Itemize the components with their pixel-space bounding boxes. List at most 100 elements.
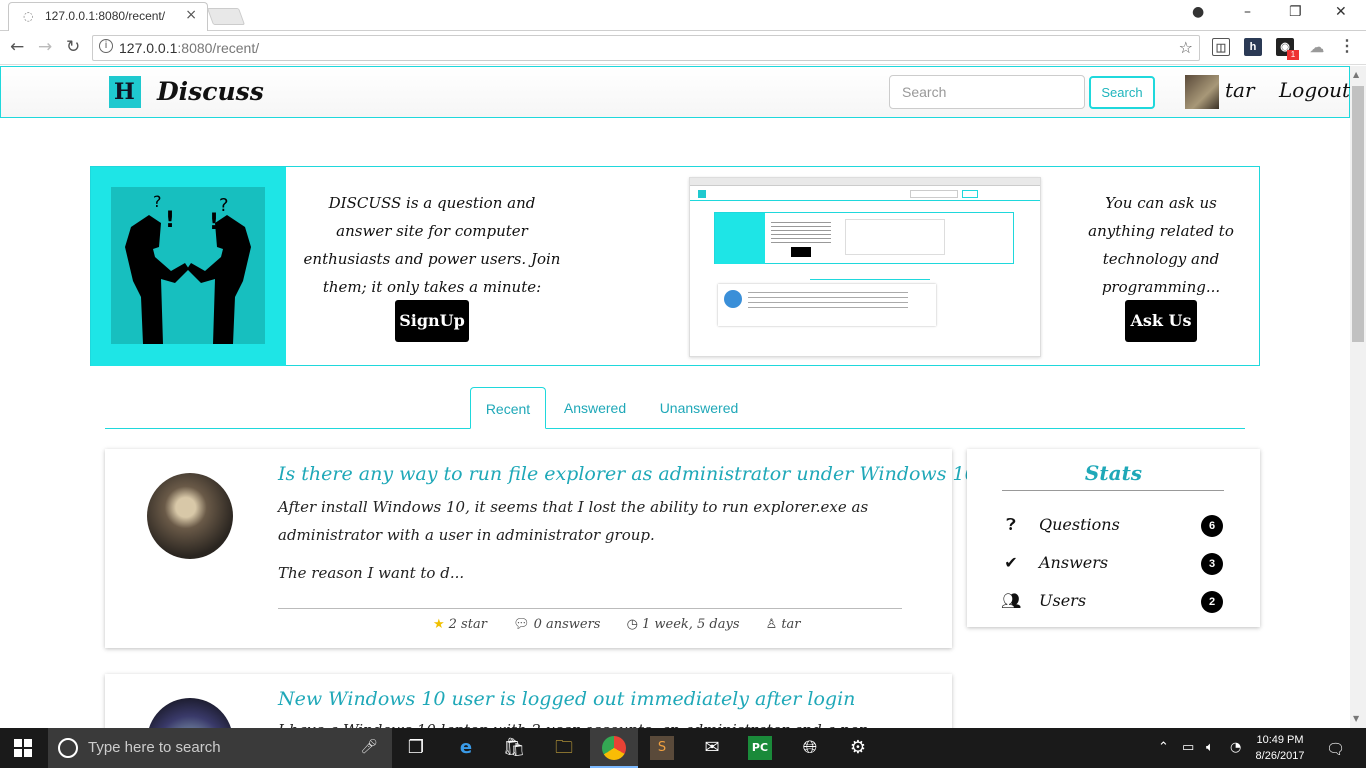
question-meta: ★ 2 star 💬︎ 0 answers ◷ 1 week, 5 days ♙ tar [433,617,833,632]
question-author[interactable]: ♙ tar [766,617,801,632]
preview-hero-image [715,213,765,264]
store-icon[interactable]: 🛍︎ [502,736,526,760]
divider [278,608,902,609]
question-time: ◷ 1 week, 5 days [627,617,740,632]
page-scrollbar[interactable]: ▲ ▼ [1350,66,1366,728]
answer-count: 💬︎ 0 answers [513,617,600,632]
search-input[interactable] [889,75,1085,109]
start-pane [24,739,32,747]
hero-illustration: ! ? ! ? [91,167,286,366]
clock-date: 8/26/2017 [1255,750,1305,762]
hero-illustration-panel: ! ? ! ? [111,187,265,344]
logout-link[interactable]: Logout [1279,78,1350,102]
page-favicon-icon: ◌ [23,9,34,23]
extension-icon[interactable]: ◫ [1212,38,1230,56]
windows-taskbar: Type here to search 🎤︎ ❐ e 🛍︎ 🗀 S ✉ PC 🌐… [0,728,1366,768]
preview-signup [791,247,811,257]
question-excerpt-paragraph: After install Windows 10, it seems that … [278,498,869,544]
divider [1002,490,1224,491]
hypothesis-extension-icon[interactable]: h [1244,38,1262,56]
preview-navbar [690,187,1040,201]
svg-text:!: ! [165,208,175,233]
preview-avatar [724,290,742,308]
search-button[interactable]: Search [1089,76,1155,109]
forward-icon[interactable]: → [38,37,52,57]
stats-panel: Stats ❓︎ Questions 6 ✔ Answers 3 👥︎ User… [967,449,1260,627]
question-card: Is there any way to run file explorer as… [105,449,977,648]
preview-hero [714,212,1014,264]
browser-tab[interactable]: ◌ 127.0.0.1:8080/recent/ × [8,2,208,31]
scroll-up-icon[interactable]: ▲ [1353,70,1359,79]
tab-answered[interactable]: Answered [557,387,633,429]
volume-icon[interactable]: 🔈︎ [1206,740,1214,755]
question-author-label: tar [781,617,801,632]
browser-toolbar: ← → ↻ i 127.0.0.1:8080/recent/ ☆ ◫ h ◉ 1… [0,31,1366,65]
minimize-button[interactable]: – [1244,4,1251,20]
svg-text:!: ! [209,210,219,235]
tab-recent[interactable]: Recent [470,387,546,429]
address-bar[interactable]: i 127.0.0.1:8080/recent/ ☆ [92,35,1200,61]
new-tab-button[interactable] [206,8,246,25]
tab-unanswered[interactable]: Unanswered [653,387,745,429]
url-path: :8080/recent/ [177,40,260,56]
bookmark-star-icon[interactable]: ☆ [1179,38,1193,57]
question-title[interactable]: New Windows 10 user is logged out immedi… [278,688,855,710]
question-circle-icon: ❓︎ [1006,515,1016,534]
stat-count-badge: 2 [1201,591,1223,613]
task-view-icon[interactable]: ❐ [404,736,428,760]
battery-icon[interactable]: ▭ [1182,740,1194,755]
users-icon: 👥︎ [1001,591,1022,610]
scrollbar-thumb[interactable] [1352,86,1364,342]
settings-gear-icon[interactable]: ⚙ [846,736,870,760]
comments-icon: 💬︎ [513,617,530,632]
signup-button[interactable]: SignUp [395,300,469,342]
start-pane [14,749,22,757]
stat-count-badge: 6 [1201,515,1223,537]
username-link[interactable]: tar [1225,78,1255,102]
user-avatar[interactable] [1185,75,1219,109]
tray-chevron-up-icon[interactable]: ⌃ [1158,740,1169,755]
taskbar-clock[interactable]: 10:49 PM 8/26/2017 [1248,732,1312,764]
ask-us-button[interactable]: Ask Us [1125,300,1197,342]
preview-logo-icon [698,190,706,198]
taskbar-search[interactable]: Type here to search 🎤︎ [48,728,392,768]
pycharm-icon[interactable]: PC [748,736,772,760]
brand-name[interactable]: Discuss [157,77,264,106]
profile-icon[interactable]: ● [1192,4,1204,20]
hero-description: DISCUSS is a question and answer site fo… [303,194,561,296]
site-navbar: H Discuss Search tar Logout [0,66,1350,118]
star-icon: ★ [433,617,445,632]
preview-question-card [718,284,936,326]
close-tab-icon[interactable]: × [185,7,197,23]
back-icon[interactable]: ← [10,37,24,57]
close-window-button[interactable]: ✕ [1335,4,1347,20]
edge-browser-icon[interactable]: e [454,736,478,760]
svg-text:?: ? [153,192,162,211]
preview-browser-bar [690,178,1040,186]
question-excerpt-paragraph: The reason I want to d... [278,564,465,582]
windows-start-icon[interactable] [14,739,32,757]
microphone-icon[interactable]: 🎤︎ [360,739,378,755]
author-avatar[interactable] [147,473,233,559]
mail-icon[interactable]: ✉ [700,736,724,760]
scroll-down-icon[interactable]: ▼ [1353,714,1359,723]
wifi-icon[interactable]: ◔ [1230,740,1241,755]
star-count[interactable]: ★ 2 star [433,617,487,632]
preview-nested-shot [845,219,945,255]
file-explorer-icon[interactable]: 🗀 [552,736,576,760]
network-tool-icon[interactable]: 🌐︎ [798,736,822,760]
notifications-icon[interactable]: 🗨︎ [1326,740,1345,758]
clock-icon: ◷ [626,617,638,632]
site-info-icon[interactable]: i [99,39,113,53]
sublime-text-icon[interactable]: S [650,736,674,760]
maximize-button[interactable]: ❐ [1289,4,1302,20]
chrome-menu-icon[interactable]: ⋮ [1338,38,1356,56]
chrome-icon[interactable] [602,736,626,760]
check-icon: ✔ [1004,553,1018,572]
question-excerpt: After install Windows 10, it seems that … [278,493,918,597]
cloud-extension-icon[interactable]: ☁ [1308,38,1326,56]
logo-icon[interactable]: H [109,76,141,108]
hero-right-text: You can ask us anything related to techn… [1088,194,1234,296]
question-title[interactable]: Is there any way to run file explorer as… [278,463,977,485]
reload-icon[interactable]: ↻ [66,37,80,57]
